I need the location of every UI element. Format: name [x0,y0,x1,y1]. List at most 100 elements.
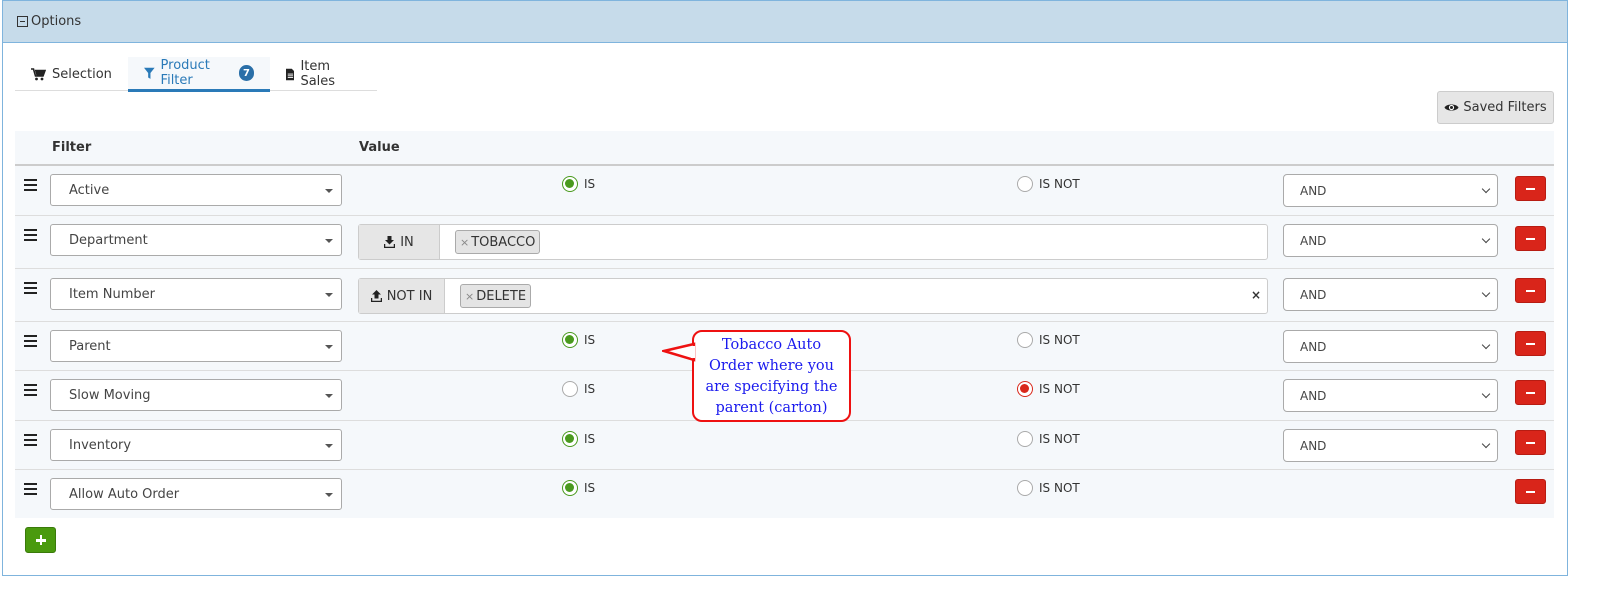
saved-filters-button[interactable]: Saved Filters [1437,91,1554,124]
radio-button[interactable] [1017,332,1033,348]
radio-button[interactable] [1017,176,1033,192]
remove-filter-button[interactable] [1515,278,1546,303]
shopping-cart-icon [31,67,46,80]
radio-is[interactable]: IS [562,431,595,447]
minus-square-icon[interactable] [17,16,28,27]
remove-filter-button[interactable] [1515,226,1546,251]
radio-button-selected[interactable] [562,176,578,192]
tab-selection[interactable]: Selection [15,57,128,91]
operator-in-button[interactable]: IN [359,225,440,259]
radio-is-not[interactable]: IS NOT [1017,431,1080,447]
drag-handle-icon[interactable] [24,179,37,194]
drag-handle-icon[interactable] [24,483,37,498]
filter-table-header: Filter Value [15,131,1554,166]
remove-filter-button[interactable] [1515,430,1546,455]
filter-select[interactable]: Allow Auto Order [50,478,342,510]
radio-is-not[interactable]: IS NOT [1017,176,1080,192]
tab-bar: Selection Product Filter 7 Item Sales [15,57,377,92]
radio-button[interactable] [1017,480,1033,496]
callout-line: parent (carton) [715,400,828,416]
callout-pointer [662,342,696,362]
callout-line: Order where you [709,358,834,374]
tab-selection-label: Selection [52,66,112,82]
file-icon [285,68,295,80]
radio-is-not[interactable]: IS NOT [1017,381,1080,397]
download-icon [384,236,396,248]
value-multiselect[interactable]: IN × TOBACCO [358,224,1268,260]
radio-button[interactable] [562,381,578,397]
callout-line: Tobacco Auto [721,337,822,353]
radio-is-not[interactable]: IS NOT [1017,480,1080,496]
remove-filter-button[interactable] [1515,479,1546,504]
filter-select[interactable]: Item Number [50,278,342,310]
chip-label: DELETE [476,288,527,304]
filter-row-item-number: Item Number NOT IN × DELETE × AND [15,269,1554,322]
value-chip: × TOBACCO [455,230,541,254]
radio-is-not[interactable]: IS NOT [1017,332,1080,348]
drag-handle-icon[interactable] [24,282,37,297]
radio-is[interactable]: IS [562,480,595,496]
conjunction-select[interactable]: AND [1283,224,1498,257]
value-multiselect[interactable]: NOT IN × DELETE × [358,278,1268,314]
radio-button-selected[interactable] [562,480,578,496]
remove-filter-button[interactable] [1515,331,1546,356]
remove-filter-button[interactable] [1515,380,1546,405]
drag-handle-icon[interactable] [24,335,37,350]
operator-not-in-button[interactable]: NOT IN [359,279,445,313]
remove-filter-button[interactable] [1515,176,1546,201]
filter-column-header: Filter [52,140,92,155]
tab-product-filter-label: Product Filter [160,58,210,88]
conjunction-select[interactable]: AND [1283,278,1498,311]
filter-row-active: Active IS IS NOT AND [15,166,1554,216]
radio-is-label: IS [584,177,596,191]
filter-row-department: Department IN × TOBACCO AND [15,216,1554,269]
options-title: Options [31,14,82,29]
radio-is[interactable]: IS [562,381,595,397]
filter-select[interactable]: Inventory [50,429,342,461]
radio-is[interactable]: IS [562,176,595,192]
radio-is-not-label: IS NOT [1039,382,1080,396]
radio-is-not-label: IS NOT [1039,333,1080,347]
filter-select[interactable]: Slow Moving [50,379,342,411]
radio-is-not-label: IS NOT [1039,432,1080,446]
chip-remove-icon[interactable]: × [465,290,474,303]
filter-row-inventory: Inventory IS IS NOT AND [15,421,1554,470]
conjunction-select[interactable]: AND [1283,429,1498,462]
drag-handle-icon[interactable] [24,384,37,399]
filter-count-badge: 7 [239,65,254,81]
value-column-header: Value [359,140,400,155]
conjunction-select[interactable]: AND [1283,174,1498,207]
radio-button-selected[interactable] [562,332,578,348]
drag-handle-icon[interactable] [24,229,37,244]
filter-table: Filter Value Active IS IS NOT AND Depart… [15,131,1554,518]
radio-is-label: IS [584,333,596,347]
add-filter-button[interactable] [25,527,56,553]
drag-handle-icon[interactable] [24,434,37,449]
options-panel-header[interactable]: Options [3,0,1567,43]
radio-is-label: IS [584,432,596,446]
upload-icon [370,290,382,302]
conjunction-select[interactable]: AND [1283,379,1498,412]
tab-item-sales-label: Item Sales [300,59,336,89]
operator-label: IN [400,234,414,250]
filter-select[interactable]: Parent [50,330,342,362]
filter-icon [143,67,155,79]
conjunction-select[interactable]: AND [1283,330,1498,363]
radio-is-not-label: IS NOT [1039,177,1080,191]
filter-select[interactable]: Department [50,224,342,256]
radio-button-selected[interactable] [1017,381,1033,397]
eye-icon [1444,104,1459,111]
filter-select[interactable]: Active [50,174,342,206]
clear-all-icon[interactable]: × [1251,288,1261,302]
value-chip: × DELETE [460,284,532,308]
radio-button-selected[interactable] [562,431,578,447]
radio-is[interactable]: IS [562,332,595,348]
tab-product-filter[interactable]: Product Filter 7 [127,57,270,92]
operator-label: NOT IN [386,288,433,304]
tab-item-sales[interactable]: Item Sales [270,57,377,91]
radio-is-not-label: IS NOT [1039,481,1080,495]
callout-line: are specifying the [705,379,838,395]
radio-is-label: IS [584,481,596,495]
radio-button[interactable] [1017,431,1033,447]
chip-remove-icon[interactable]: × [460,236,469,249]
